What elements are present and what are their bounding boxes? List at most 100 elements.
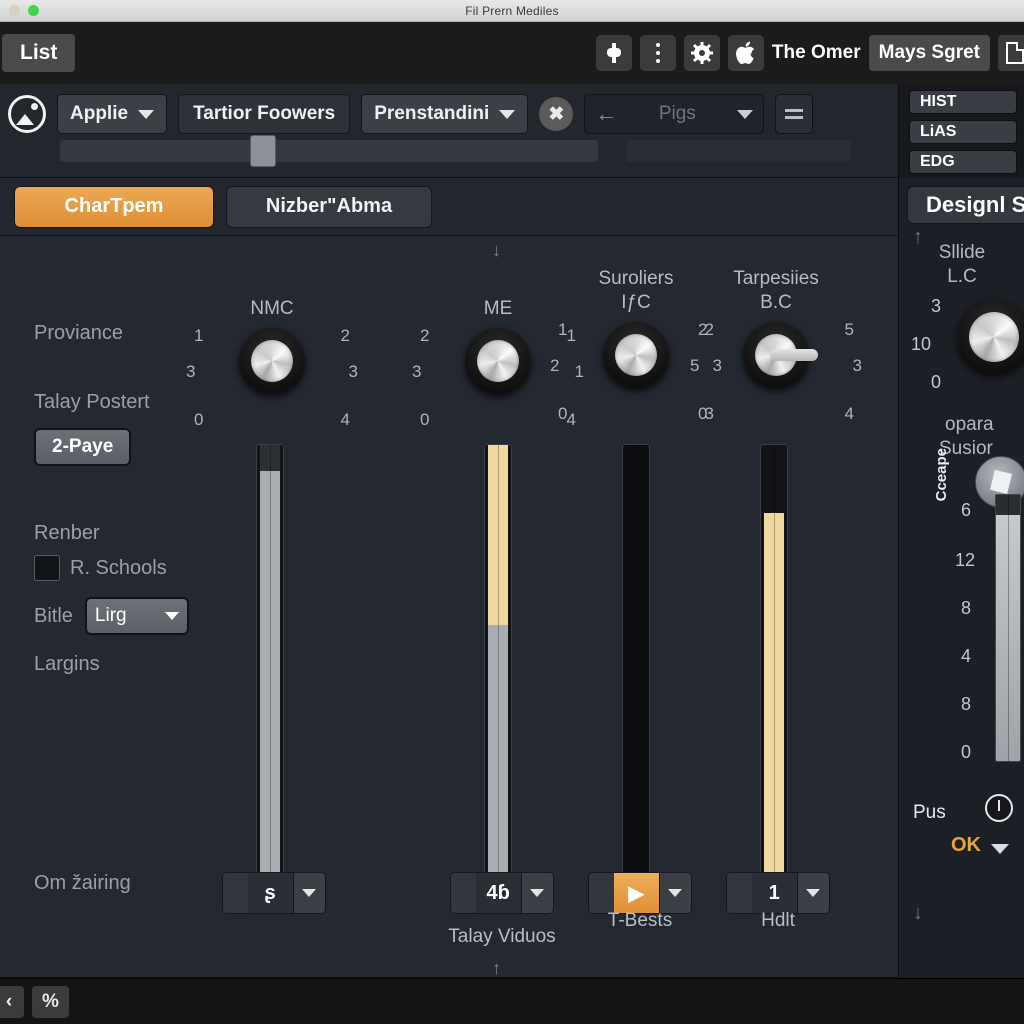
rack-meter-scale-4: 8	[961, 694, 972, 714]
knob-tarpesiies-tick-ur: 5	[844, 320, 854, 339]
fader-1-hairline	[270, 445, 271, 873]
knob-nmc-tick-ur: 2	[340, 326, 350, 345]
pin-icon[interactable]	[595, 35, 632, 71]
toolbar-chip-button[interactable]: Mays Sgret	[868, 35, 990, 71]
rack-knob-sllide-cap	[969, 312, 1019, 362]
stepper-4[interactable]: 1	[726, 872, 830, 914]
stepper-4-value[interactable]: 1	[751, 873, 797, 913]
fader-4-inner	[764, 445, 784, 873]
knob-suroliers-tick-ml: 2	[550, 356, 560, 375]
percent-icon[interactable]: %	[32, 985, 69, 1018]
rack-rotated-label: Cceape	[933, 448, 950, 502]
stepper-1-dropdown[interactable]	[292, 873, 325, 913]
tab-chartpem[interactable]: CharTpem	[14, 185, 214, 228]
scroll-down-hint-icon: ↓	[492, 240, 501, 260]
stepper-1-value[interactable]: ʂ	[247, 873, 293, 913]
main-slider[interactable]	[60, 135, 598, 167]
chevron-down-icon	[530, 889, 545, 897]
knob-tarpesiies-tick-mr: 3	[852, 356, 862, 375]
knob-tarpesiies-tick-ul: 2	[698, 320, 708, 339]
chevron-left-icon[interactable]: ‹	[0, 985, 24, 1018]
knob-nmc[interactable]	[239, 328, 305, 394]
rack-button-hist[interactable]: HIST	[909, 90, 1017, 114]
mode-select[interactable]: Prenstandini	[361, 94, 529, 134]
rack-ok-label[interactable]: OK	[951, 834, 981, 857]
knob-me-tick-ml: 3	[412, 362, 422, 381]
chevron-down-icon[interactable]	[737, 109, 754, 119]
knob-title-suroliers: Suroliers	[598, 268, 674, 289]
fader-4[interactable]	[760, 444, 788, 874]
fader-4-hairline	[774, 445, 775, 873]
main-slider-handle[interactable]	[250, 135, 276, 167]
stepper-4-dropdown[interactable]	[796, 873, 829, 913]
label-largins: Largins	[34, 653, 100, 675]
stepper-3-pad	[589, 873, 614, 913]
app-window: Fil Prern Mediles List The Omer Mays Sgr…	[0, 0, 1024, 1024]
page-corner-icon[interactable]	[998, 35, 1024, 71]
stepper-2-pad	[451, 873, 476, 913]
schools-checkbox-row[interactable]: R. Schools	[34, 555, 244, 581]
stepper-2-dropdown[interactable]	[520, 873, 553, 913]
rack-body: ↑ Sllide L.C 3 10 0 opara Susior Cceape …	[899, 226, 1024, 978]
rack-knob-sllide[interactable]	[957, 300, 1024, 374]
stepper-2[interactable]: 4ɓ	[450, 872, 554, 914]
rack-button-edg[interactable]: EDG	[909, 150, 1017, 174]
chevron-down-icon	[302, 889, 317, 897]
arrow-left-icon[interactable]: ←	[595, 101, 617, 127]
nav-group[interactable]: ← Pigs	[584, 94, 765, 134]
paye-button[interactable]: 2-Paye	[34, 428, 132, 466]
chevron-down-icon[interactable]	[991, 844, 1009, 854]
power-icon[interactable]	[985, 794, 1013, 822]
window-titlebar: Fil Prern Mediles	[0, 0, 1024, 22]
arrow-down-icon[interactable]: ↓	[913, 902, 923, 925]
gear-icon[interactable]	[683, 35, 720, 71]
knob-me[interactable]	[465, 328, 531, 394]
rack-meter[interactable]	[995, 494, 1021, 762]
knob-suroliers[interactable]	[603, 322, 669, 388]
right-rack-panel: HIST LiAS EDG Designl S ↑ Sllide L.C 3 1…	[898, 84, 1024, 978]
stepper-2-value[interactable]: 4ɓ	[475, 873, 521, 913]
preset-select-label: Applie	[70, 103, 129, 124]
stepper-3[interactable]: ▶	[588, 872, 692, 914]
bitle-select[interactable]: Lirg	[84, 597, 189, 635]
tab-nizber-abma[interactable]: Nizber"Abma	[226, 185, 432, 228]
stepper-3-dropdown[interactable]	[658, 873, 691, 913]
fader-2[interactable]	[484, 444, 512, 874]
rack-meter-scale-0: 6	[961, 500, 972, 520]
list-button[interactable]: List	[2, 34, 76, 72]
knob-nmc-tick-bl: 0	[194, 410, 204, 429]
rack-meter-scale-5: 0	[961, 742, 972, 762]
rack-meter-scale-2: 8	[961, 598, 972, 618]
stepper-1[interactable]: ʂ	[222, 872, 326, 914]
bitle-row: Bitle Lirg	[34, 597, 244, 635]
chevron-down-icon	[806, 889, 821, 897]
knob-tarpesiies-tick-ml: 5	[690, 356, 700, 375]
fader-1[interactable]	[256, 444, 284, 874]
secondary-slider[interactable]	[626, 140, 851, 162]
knob-me-cap	[477, 340, 519, 382]
bitle-select-value: Lirg	[94, 605, 127, 626]
rack-sublabel-opara: opara	[945, 414, 994, 435]
stepper-3-value[interactable]: ▶	[613, 873, 659, 913]
knob-suroliers-tick-bl: 0	[558, 404, 568, 423]
plugin-title-button[interactable]: Tartior Foowers	[178, 94, 351, 134]
nav-label: Pigs	[658, 103, 696, 124]
fader-2-inner	[488, 445, 508, 873]
hamburger-icon[interactable]	[775, 94, 814, 134]
tabstrip: CharTpem Nizber"Abma	[0, 178, 900, 236]
schools-checkbox[interactable]	[34, 555, 60, 581]
rack-tab-designl[interactable]: Designl S	[907, 186, 1024, 224]
more-vertical-icon[interactable]	[639, 35, 676, 71]
x-circle-icon[interactable]: ✖	[539, 97, 574, 131]
apple-logo-icon[interactable]	[727, 35, 764, 71]
fader-1-inner	[260, 445, 280, 873]
fader-3[interactable]	[622, 444, 650, 874]
stepper-4-caption: Hdlt	[761, 910, 795, 931]
rack-button-lias[interactable]: LiAS	[909, 120, 1017, 144]
knob-me-tick-bl: 0	[420, 410, 430, 429]
chevron-down-icon	[499, 109, 516, 119]
knob-tarpesiies[interactable]	[743, 322, 818, 388]
label-om-zairing: Om žairing	[34, 872, 131, 894]
flag-knob-glyph	[990, 470, 1012, 494]
preset-select[interactable]: Applie	[57, 94, 168, 134]
